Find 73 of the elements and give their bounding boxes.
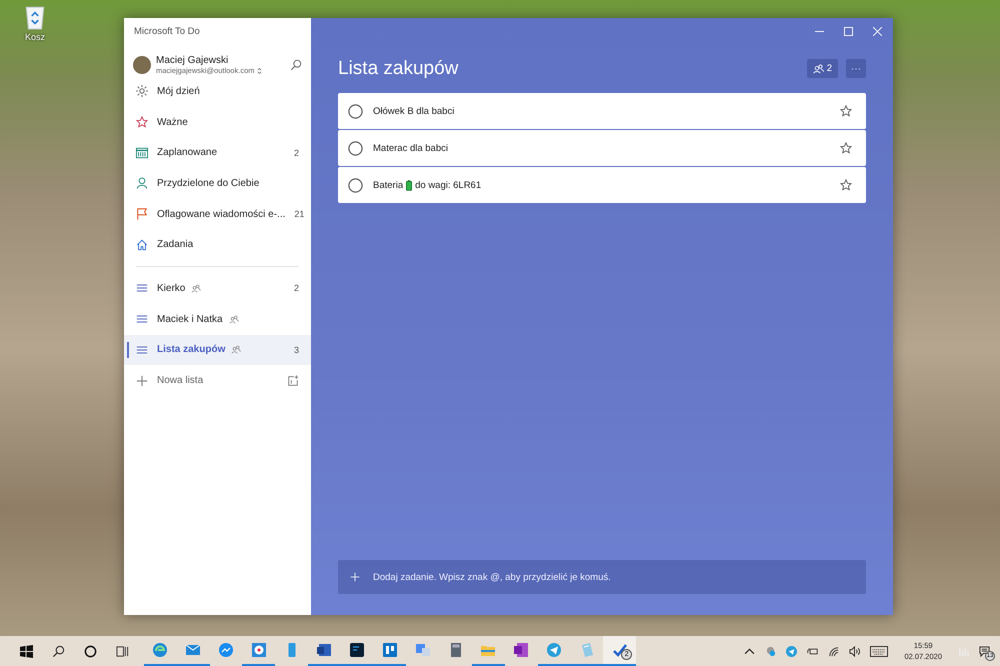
add-task-field[interactable]: Dodaj zadanie. Wpisz znak @, aby przydzielić je komuś. (338, 560, 866, 594)
task-item[interactable]: Ołówek B dla babci (338, 93, 866, 129)
translate-icon (414, 642, 431, 658)
item-count: 2 (294, 283, 299, 294)
task-item[interactable]: Bateria do wagi: 6LR61 (338, 167, 866, 203)
keyboard-icon[interactable] (870, 646, 888, 656)
star-icon[interactable] (840, 142, 852, 154)
icon-label[interactable]: Kosz (24, 32, 45, 42)
item-count: 21 (294, 209, 304, 220)
pinwheel-icon (250, 642, 267, 658)
n-tile-icon (513, 642, 530, 658)
list-name[interactable]: Lista zakupów (157, 344, 226, 356)
item-count: 2 (294, 148, 299, 158)
list-name[interactable]: Ważne (157, 116, 188, 128)
calendar-icon (136, 146, 148, 159)
task-title: Materac dla babci (373, 142, 448, 154)
battery-icon[interactable] (807, 646, 818, 656)
new-group-icon[interactable] (287, 374, 299, 387)
chat-bubble-icon (218, 642, 234, 658)
recycle-bin-icon[interactable] (24, 4, 46, 30)
list-name[interactable]: Oflagowane wiadomości e-... (157, 208, 286, 220)
list-name[interactable]: Kierko (157, 282, 186, 294)
paper-plane-icon (546, 642, 562, 658)
w-tile-icon (316, 642, 332, 658)
person-icon (136, 177, 148, 190)
maximize-icon[interactable] (844, 26, 853, 36)
list-name[interactable]: Maciek i Natka (157, 314, 223, 325)
account-name[interactable]: Maciej Gajewski (156, 55, 285, 66)
board-icon (382, 642, 398, 658)
circle-icon[interactable] (84, 644, 96, 658)
close-icon[interactable] (873, 26, 882, 36)
globe-icon (152, 642, 168, 658)
search-icon[interactable] (52, 644, 64, 658)
list-name[interactable]: Zadania (157, 239, 194, 250)
task-item[interactable]: Materac dla babci (338, 130, 866, 166)
avatar[interactable] (133, 56, 151, 74)
circle-checkbox[interactable] (348, 140, 363, 156)
task-title: Ołówek B dla babci (373, 106, 454, 116)
lines-icon (136, 282, 148, 294)
task-title: do wagi: 6LR61 (415, 180, 482, 190)
speaker-icon[interactable] (849, 646, 860, 656)
new-list-field[interactable]: Nowa lista (157, 375, 277, 386)
list-name[interactable]: Zaplanowane (157, 147, 218, 158)
star-icon[interactable] (840, 179, 852, 191)
chevron-icon[interactable] (256, 66, 262, 74)
star-icon (136, 116, 148, 128)
lines-icon (136, 313, 148, 326)
window-title: Microsoft To Do (133, 25, 201, 39)
list-name[interactable]: Mój dzień (157, 86, 200, 97)
battery-icon (406, 180, 412, 190)
ps-tile-icon (349, 642, 366, 658)
circle-checkbox[interactable] (348, 104, 363, 118)
people-icon (812, 64, 824, 74)
envelope-icon (185, 642, 202, 658)
wifi-icon[interactable] (828, 646, 840, 656)
task-title: Bateria (373, 180, 404, 190)
search-icon[interactable] (290, 59, 302, 71)
task-view-icon[interactable] (116, 644, 128, 658)
selection-indicator (127, 342, 129, 358)
sun-icon (136, 85, 148, 98)
star-icon[interactable] (840, 105, 852, 117)
item-count: 3 (294, 344, 299, 355)
circle-checkbox[interactable] (348, 178, 363, 192)
share-button[interactable]: 2 (806, 59, 838, 78)
check-icon (612, 642, 628, 658)
list-title: Lista zakupów (338, 58, 460, 80)
plus-icon[interactable] (136, 374, 148, 387)
lines-icon (136, 344, 148, 356)
list-name[interactable]: Przydzielone do Ciebie (157, 178, 260, 189)
home-icon (136, 238, 148, 251)
start-icon[interactable] (20, 644, 32, 658)
paper-plane-icon[interactable] (786, 646, 798, 656)
flag-icon (136, 208, 148, 220)
